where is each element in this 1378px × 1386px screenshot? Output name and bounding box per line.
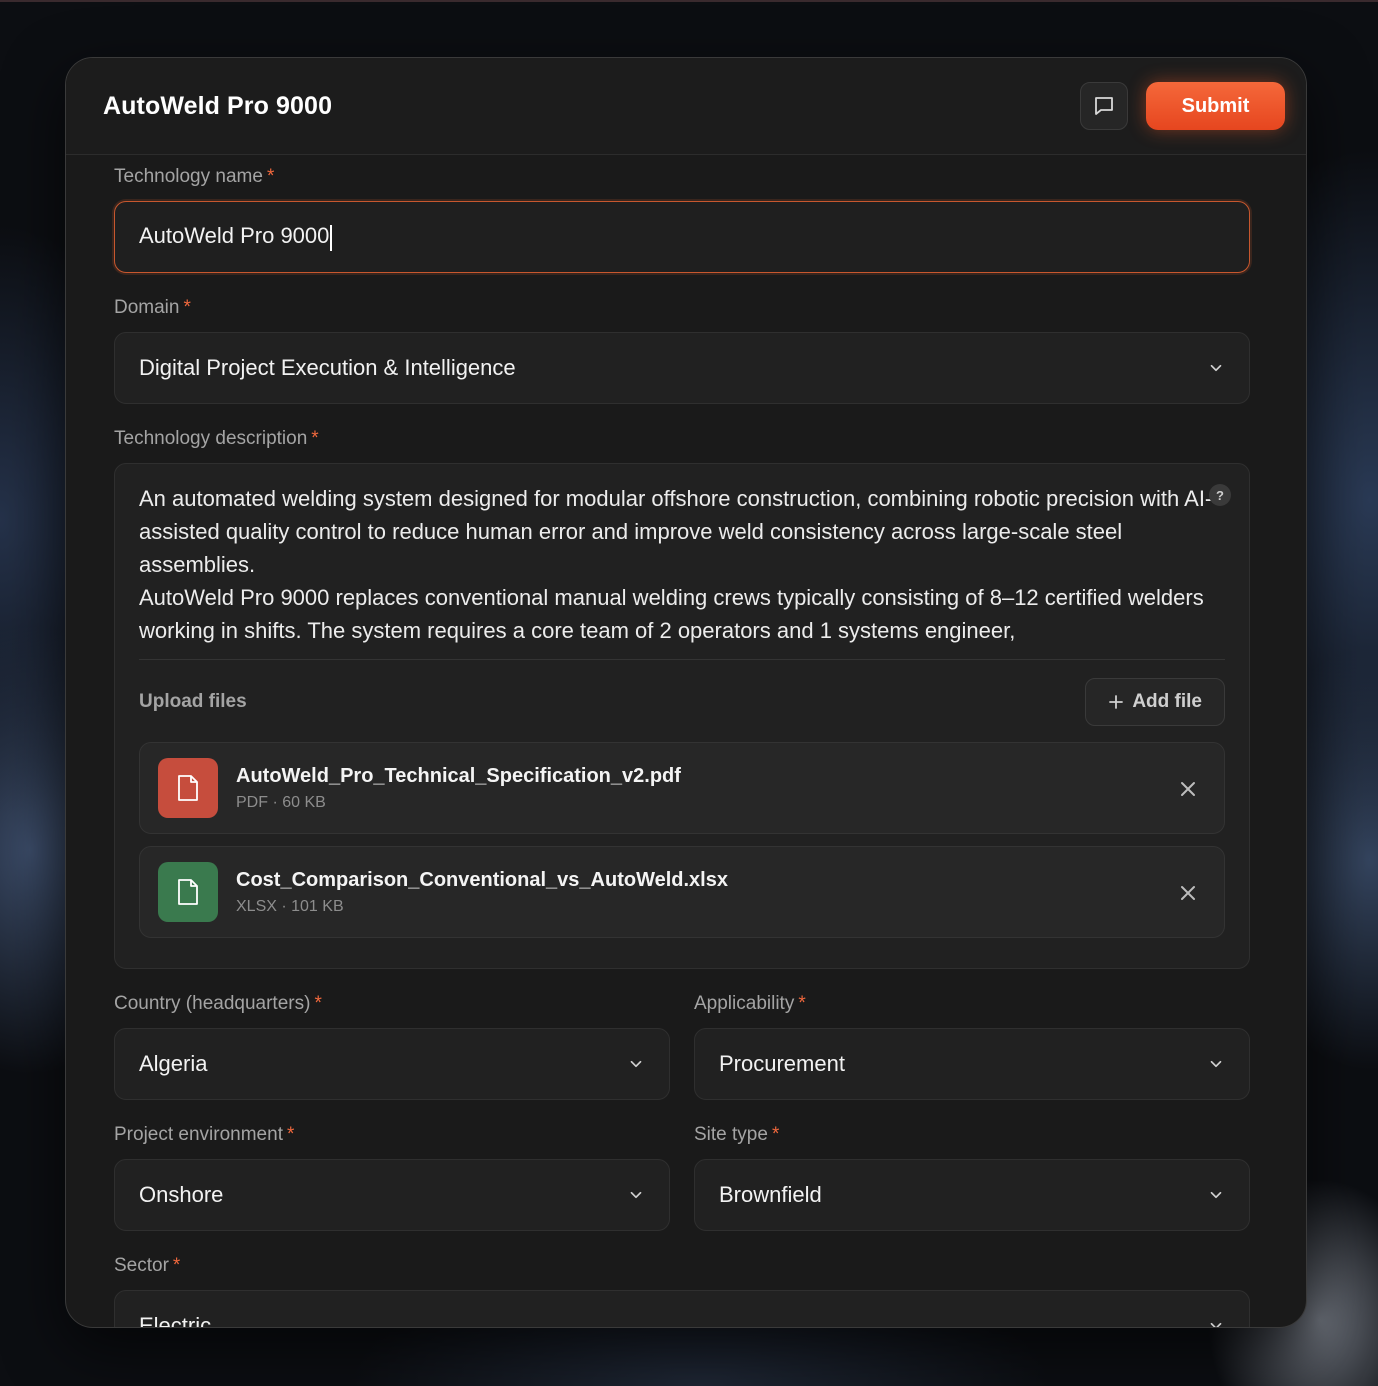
- site-type-group: Site type * Brownfield: [694, 1124, 1250, 1231]
- description-box: An automated welding system designed for…: [114, 463, 1250, 969]
- domain-label: Domain *: [114, 297, 191, 318]
- modal-title: AutoWeld Pro 9000: [103, 91, 333, 120]
- file-info: AutoWeld_Pro_Technical_Specification_v2.…: [236, 765, 681, 812]
- project-environment-select[interactable]: Onshore: [114, 1159, 670, 1231]
- text-caret: [330, 224, 333, 251]
- domain-select[interactable]: Digital Project Execution & Intelligence: [114, 332, 1250, 404]
- technology-form-modal: AutoWeld Pro 9000 Submit Technology name…: [65, 57, 1307, 1328]
- file-icon: [178, 879, 198, 905]
- pdf-file-badge: [158, 758, 218, 818]
- chevron-down-icon: [630, 1060, 642, 1068]
- file-icon: [178, 775, 198, 801]
- plus-icon: [1109, 695, 1124, 709]
- country-label: Country (headquarters) *: [114, 993, 322, 1014]
- description-textarea[interactable]: An automated welding system designed for…: [139, 482, 1225, 647]
- domain-value: Digital Project Execution & Intelligence: [139, 355, 516, 380]
- sector-group: Sector * Electric: [114, 1255, 1250, 1328]
- country-group: Country (headquarters) * Algeria: [114, 993, 670, 1100]
- xlsx-file-badge: [158, 862, 218, 922]
- help-icon[interactable]: ?: [1209, 484, 1231, 506]
- technology-name-label: Technology name *: [114, 166, 275, 187]
- chevron-down-icon: [1210, 1060, 1222, 1068]
- technology-name-group: Technology name * AutoWeld Pro 9000: [114, 166, 1250, 273]
- country-applicability-row: Country (headquarters) * Algeria Applicab…: [114, 993, 1250, 1100]
- description-label: Technology description *: [114, 428, 319, 449]
- project-environment-label: Project environment *: [114, 1124, 295, 1145]
- file-item: Cost_Comparison_Conventional_vs_AutoWeld…: [139, 846, 1225, 938]
- upload-header: Upload files Add file: [139, 678, 1225, 726]
- chevron-down-icon: [630, 1191, 642, 1199]
- file-item: AutoWeld_Pro_Technical_Specification_v2.…: [139, 742, 1225, 834]
- file-name: AutoWeld_Pro_Technical_Specification_v2.…: [236, 764, 681, 787]
- file-info: Cost_Comparison_Conventional_vs_AutoWeld…: [236, 869, 728, 916]
- project-environment-value: Onshore: [139, 1182, 224, 1207]
- modal-header: AutoWeld Pro 9000 Submit: [66, 58, 1306, 155]
- add-file-button[interactable]: Add file: [1085, 678, 1225, 726]
- close-icon[interactable]: [1178, 779, 1198, 799]
- chevron-down-icon: [1210, 1191, 1222, 1199]
- description-divider: [139, 659, 1225, 660]
- technology-name-value: AutoWeld Pro 9000: [139, 223, 330, 249]
- close-icon[interactable]: [1178, 883, 1198, 903]
- country-value: Algeria: [139, 1051, 208, 1076]
- site-type-select[interactable]: Brownfield: [694, 1159, 1250, 1231]
- sector-value: Electric: [139, 1313, 212, 1328]
- applicability-select[interactable]: Procurement: [694, 1028, 1250, 1100]
- technology-name-input[interactable]: AutoWeld Pro 9000: [114, 201, 1250, 273]
- form-body: Technology name * AutoWeld Pro 9000 Domai…: [114, 166, 1250, 1328]
- file-meta: PDF · 60 KB: [236, 793, 326, 811]
- submit-button[interactable]: Submit: [1146, 82, 1285, 130]
- upload-files-label: Upload files: [139, 691, 247, 712]
- site-type-value: Brownfield: [719, 1182, 822, 1207]
- add-file-label: Add file: [1132, 691, 1202, 712]
- file-meta: XLSX · 101 KB: [236, 897, 344, 915]
- applicability-value: Procurement: [719, 1051, 845, 1076]
- chat-icon: [1095, 97, 1113, 115]
- site-type-label: Site type *: [694, 1124, 780, 1145]
- domain-group: Domain * Digital Project Execution & Inte…: [114, 297, 1250, 404]
- chevron-down-icon: [1210, 1322, 1222, 1327]
- sector-select[interactable]: Electric: [114, 1290, 1250, 1328]
- applicability-group: Applicability * Procurement: [694, 993, 1250, 1100]
- comments-button[interactable]: [1080, 82, 1128, 130]
- header-actions: Submit: [1080, 82, 1285, 130]
- chevron-down-icon: [1210, 364, 1222, 372]
- file-name: Cost_Comparison_Conventional_vs_AutoWeld…: [236, 868, 728, 891]
- country-select[interactable]: Algeria: [114, 1028, 670, 1100]
- top-edge: [0, 0, 1378, 2]
- description-group: Technology description * An automated wel…: [114, 428, 1250, 969]
- environment-site-row: Project environment * Onshore Site type * …: [114, 1124, 1250, 1231]
- sector-label: Sector *: [114, 1255, 181, 1276]
- project-environment-group: Project environment * Onshore: [114, 1124, 670, 1231]
- applicability-label: Applicability *: [694, 993, 806, 1014]
